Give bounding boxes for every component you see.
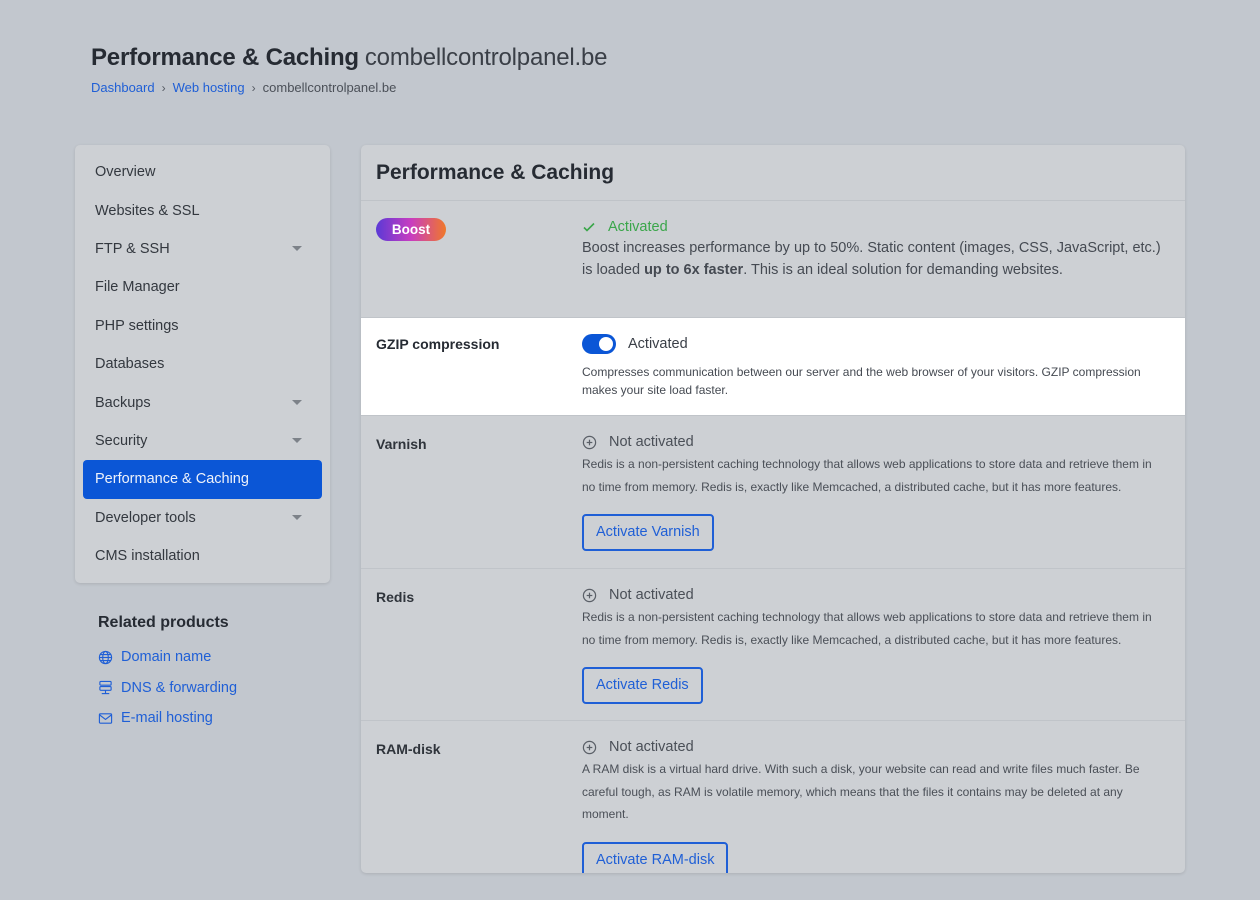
redis-section: Redis Not activated Redis is a non-persi… [361,569,1185,721]
boost-description: Boost increases performance by up to 50%… [582,237,1167,281]
breadcrumb-separator: › [161,80,166,95]
sidebar-item-php-settings[interactable]: PHP settings [75,307,322,345]
activate-varnish-button[interactable]: Activate Varnish [582,514,714,551]
page-header: Performance & Caching combellcontrolpanel… [91,44,607,95]
sidebar-item-backups[interactable]: Backups [75,383,322,421]
sidebar-item-security[interactable]: Security [75,422,322,460]
boost-badge: Boost [376,218,446,241]
sidebar-item-label: Security [95,432,148,449]
sidebar-item-label: Websites & SSL [95,202,200,219]
boost-desc-suffix: . This is an ideal solution for demandin… [743,262,1063,278]
varnish-section: Varnish Not activated Redis is a non-per… [361,416,1185,569]
related-item-email-hosting[interactable]: E-mail hosting [98,703,237,734]
redis-status-text: Not activated [609,587,694,603]
plus-circle-icon [582,435,597,449]
varnish-content: Not activated Redis is a non-persistent … [582,434,1167,551]
related-item-domain-name[interactable]: Domain name [98,642,237,673]
chevron-down-icon [292,400,302,406]
boost-status-text: Activated [608,219,668,235]
breadcrumb-separator: › [251,80,256,95]
breadcrumb-web-hosting[interactable]: Web hosting [173,80,245,95]
related-products: Related products Domain name DNS & forwa… [98,614,237,734]
boost-content: Activated Boost increases performance by… [582,219,1167,281]
toggle-knob [599,337,613,351]
activate-ramdisk-button[interactable]: Activate RAM-disk [582,841,729,873]
related-products-title: Related products [98,614,229,631]
sidebar-item-label: Developer tools [95,509,196,526]
mail-icon [98,713,113,724]
breadcrumb-dashboard[interactable]: Dashboard [91,80,155,95]
sidebar-item-label: Overview [95,164,156,181]
varnish-label: Varnish [376,436,427,452]
sidebar-nav: Overview Websites & SSL FTP & SSH File M… [75,145,330,583]
related-item-label[interactable]: E-mail hosting [121,710,213,726]
ramdisk-status: Not activated [582,739,1167,755]
related-item-label[interactable]: Domain name [121,649,211,665]
gzip-description: Compresses communication between our ser… [582,365,1141,397]
activate-redis-button[interactable]: Activate Redis [582,667,703,704]
sidebar-item-developer-tools[interactable]: Developer tools [75,499,322,537]
sidebar-item-performance-caching[interactable]: Performance & Caching [83,460,322,499]
sidebar-item-databases[interactable]: Databases [75,345,322,383]
ramdisk-section: RAM-disk Not activated A RAM disk is a v… [361,721,1185,873]
page-title-domain: combellcontrolpanel.be [364,44,608,71]
boost-desc-bold: up to 6x faster [644,262,744,278]
related-item-label[interactable]: DNS & forwarding [121,680,237,696]
boost-section: Boost Activated Boost increases performa… [361,201,1185,318]
chevron-down-icon [292,515,302,521]
ramdisk-label: RAM-disk [376,741,441,757]
sidebar-item-cms-installation[interactable]: CMS installation [75,537,322,575]
sidebar-item-label: Backups [95,394,151,411]
gzip-label: GZIP compression [376,336,500,352]
breadcrumb: Dashboard › Web hosting › combellcontrol… [91,80,607,95]
panel-title: Performance & Caching [361,145,1185,201]
varnish-status-text: Not activated [609,434,694,450]
redis-status: Not activated [582,587,1167,603]
sidebar-item-label: Databases [95,356,165,373]
sidebar-item-label: Performance & Caching [95,471,249,488]
page-title: Performance & Caching combellcontrolpanel… [91,44,607,72]
chevron-down-icon [292,438,302,444]
sidebar-item-file-manager[interactable]: File Manager [75,268,322,306]
sidebar-item-ftp-ssh[interactable]: FTP & SSH [75,230,322,268]
sidebar-item-websites-ssl[interactable]: Websites & SSL [75,191,322,229]
sidebar-item-label: File Manager [95,279,180,296]
performance-panel: Performance & Caching Boost Activated Bo… [361,145,1185,873]
chevron-down-icon [292,246,302,252]
ramdisk-status-text: Not activated [609,739,694,755]
redis-label: Redis [376,589,415,605]
check-icon [583,222,595,232]
dns-icon [99,681,112,695]
breadcrumb-current: combellcontrolpanel.be [262,80,397,95]
boost-status: Activated [582,219,1167,235]
sidebar-item-label: CMS installation [95,548,200,565]
gzip-section: GZIP compression Activated Compresses co… [361,318,1185,416]
gzip-status: Activated [582,334,1167,354]
page-title-text: Performance & Caching [91,44,359,71]
ramdisk-description: A RAM disk is a virtual hard drive. With… [582,762,1140,821]
redis-description: Redis is a non-persistent caching techno… [582,610,1152,647]
sidebar-item-overview[interactable]: Overview [75,153,322,191]
plus-circle-icon [582,588,597,602]
sidebar-item-label: PHP settings [95,317,179,334]
gzip-status-text: Activated [628,336,688,352]
redis-content: Not activated Redis is a non-persistent … [582,587,1167,704]
globe-icon [98,650,113,664]
gzip-toggle[interactable] [582,334,616,354]
sidebar-item-label: FTP & SSH [95,240,170,257]
ramdisk-content: Not activated A RAM disk is a virtual ha… [582,739,1167,873]
gzip-content: Activated Compresses communication betwe… [582,334,1167,399]
varnish-status: Not activated [582,434,1167,450]
plus-circle-icon [582,740,597,754]
varnish-description: Redis is a non-persistent caching techno… [582,457,1152,494]
related-item-dns-forwarding[interactable]: DNS & forwarding [98,673,237,704]
